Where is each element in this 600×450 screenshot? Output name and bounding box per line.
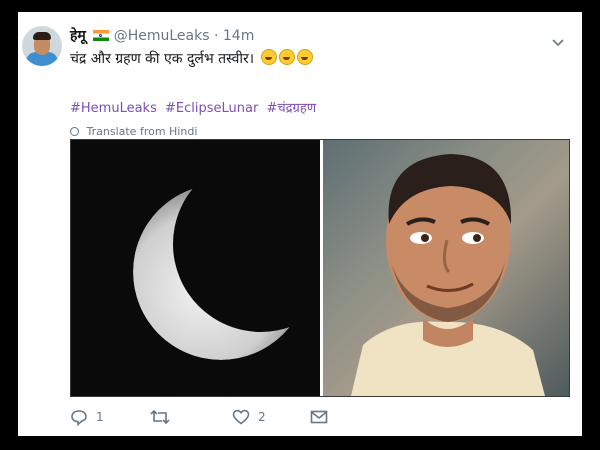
reply-icon: [71, 409, 87, 426]
hashtag-link[interactable]: #EclipseLunar: [165, 101, 258, 116]
tweet-header: हेमू @HemuLeaks · 14m: [70, 26, 254, 45]
hashtag-link[interactable]: #चंद्रग्रहण: [266, 101, 316, 116]
tweet-timestamp[interactable]: 14m: [223, 28, 254, 44]
crescent-moon-photo[interactable]: [71, 140, 320, 396]
laughing-emoji-icon: [278, 49, 295, 65]
separator-dot: ·: [213, 28, 219, 44]
hashtag-list: #HemuLeaks #EclipseLunar #चंद्रग्रहण: [70, 98, 320, 116]
tweet-media[interactable]: [70, 139, 570, 397]
laughing-emoji-icon: [260, 49, 277, 65]
like-count: 2: [258, 410, 266, 424]
tweet-card: हेमू @HemuLeaks · 14m चंद्र और ग्रहण की …: [18, 12, 582, 436]
tweet-body: चंद्र और ग्रहण की एक दुर्लभ तस्वीर।: [70, 51, 255, 67]
author-handle[interactable]: @HemuLeaks: [114, 28, 210, 44]
chevron-down-icon[interactable]: [552, 32, 564, 51]
heart-icon: [232, 409, 250, 425]
laughing-emoji-icon: [296, 49, 313, 65]
reply-count: 1: [96, 410, 104, 424]
retweet-button[interactable]: [150, 406, 178, 428]
direct-message-button[interactable]: [310, 406, 328, 428]
india-flag-icon: [93, 30, 110, 41]
like-button[interactable]: 2: [232, 406, 266, 428]
hashtag-link[interactable]: #HemuLeaks: [70, 101, 157, 116]
translate-link[interactable]: Translate from Hindi: [70, 125, 197, 138]
retweet-icon: [150, 409, 170, 425]
author-name[interactable]: हेमू: [70, 28, 86, 44]
translate-label: Translate from Hindi: [86, 125, 198, 138]
reply-button[interactable]: 1: [70, 406, 104, 428]
tweet-text: चंद्र और ग्रहण की एक दुर्लभ तस्वीर।: [70, 49, 313, 68]
smiling-man-photo[interactable]: [323, 140, 569, 396]
globe-icon: [70, 127, 79, 136]
author-avatar[interactable]: [22, 26, 62, 66]
envelope-icon: [310, 410, 328, 424]
